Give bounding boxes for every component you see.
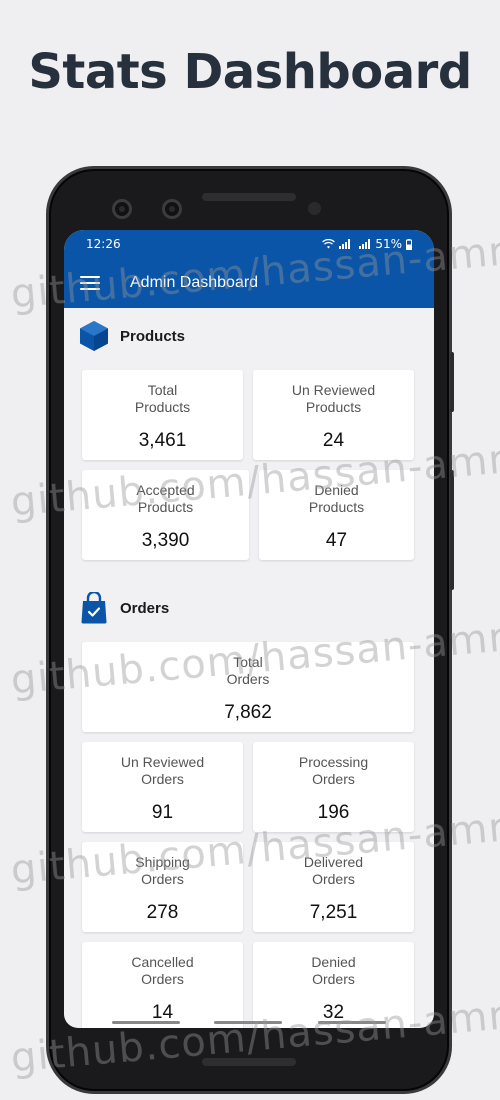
stat-card-delivered-orders[interactable]: Delivered Orders 7,251 <box>253 842 414 932</box>
stat-card-label: Total Orders <box>226 654 270 687</box>
stat-card-label: Cancelled Orders <box>131 954 194 987</box>
stat-card-processing-orders[interactable]: Processing Orders 196 <box>253 742 414 832</box>
battery-percent: 51% <box>375 237 402 251</box>
app-bar-title: Admin Dashboard <box>130 274 259 291</box>
bottom-speaker <box>202 1058 296 1066</box>
nav-gesture-bar <box>214 1021 282 1024</box>
battery-icon <box>406 238 412 250</box>
stat-card-total-orders[interactable]: Total Orders 7,862 <box>82 642 414 732</box>
orders-section-title: Orders <box>120 599 170 617</box>
nav-gesture-bar <box>112 1021 180 1024</box>
front-camera-icon <box>112 199 132 219</box>
stat-card-value: 278 <box>146 902 179 923</box>
stat-card-denied-orders[interactable]: Denied Orders 32 <box>253 942 414 1028</box>
stat-card-label: Un Reviewed Orders <box>120 754 205 787</box>
phone-volume-button <box>450 470 454 590</box>
stat-card-unreviewed-products[interactable]: Un Reviewed Products 24 <box>253 370 414 460</box>
proximity-sensor <box>308 202 321 215</box>
products-section-header: Products <box>64 320 199 352</box>
stat-card-cancelled-orders[interactable]: Cancelled Orders 14 <box>82 942 243 1028</box>
phone-side-button <box>450 352 454 412</box>
promo-title: Stats Dashboard <box>28 44 472 100</box>
earpiece-speaker <box>202 193 296 201</box>
stat-card-accepted-products[interactable]: Accepted Products 3,390 <box>82 470 249 560</box>
stat-card-total-products[interactable]: Total Products 3,461 <box>82 370 243 460</box>
box-icon <box>80 321 108 351</box>
stat-card-value: 7,862 <box>224 702 272 723</box>
app-bar: Admin Dashboard <box>64 258 434 308</box>
stat-card-label: Delivered Orders <box>303 854 364 887</box>
stat-card-label: Total Products <box>134 382 191 415</box>
status-time: 12:26 <box>86 237 121 251</box>
stat-card-label: Accepted Products <box>136 482 195 515</box>
stat-card-value: 3,461 <box>138 430 187 451</box>
status-icons: 51% <box>322 237 412 251</box>
stat-card-label: Un Reviewed Products <box>291 382 376 415</box>
nav-gesture-bar <box>318 1021 386 1024</box>
stat-card-label: Processing Orders <box>298 754 369 787</box>
stat-card-value: 3,390 <box>141 530 190 551</box>
signal-icon <box>339 239 351 249</box>
status-bar: 12:26 51% <box>64 230 434 258</box>
front-camera-icon <box>162 199 182 219</box>
app-screen: 12:26 51% Admin Dashboard Products Total… <box>64 230 434 1028</box>
stat-card-denied-products[interactable]: Denied Products 47 <box>259 470 414 560</box>
stat-card-label: Denied Orders <box>311 954 356 987</box>
stat-card-value: 91 <box>151 802 174 823</box>
stat-card-label: Denied Products <box>308 482 365 515</box>
signal-icon <box>359 239 371 249</box>
stat-card-value: 47 <box>325 530 348 551</box>
stat-card-value: 196 <box>317 802 350 823</box>
products-section-title: Products <box>120 327 186 345</box>
wifi-icon <box>322 239 336 249</box>
shopping-bag-icon <box>81 592 107 624</box>
stat-card-shipping-orders[interactable]: Shipping Orders 278 <box>82 842 243 932</box>
orders-section-header: Orders <box>66 592 183 624</box>
stat-card-unreviewed-orders[interactable]: Un Reviewed Orders 91 <box>82 742 243 832</box>
stat-card-value: 7,251 <box>309 902 358 923</box>
menu-icon[interactable] <box>80 276 100 290</box>
stat-card-value: 24 <box>322 430 345 451</box>
stat-card-label: Shipping Orders <box>135 854 190 887</box>
